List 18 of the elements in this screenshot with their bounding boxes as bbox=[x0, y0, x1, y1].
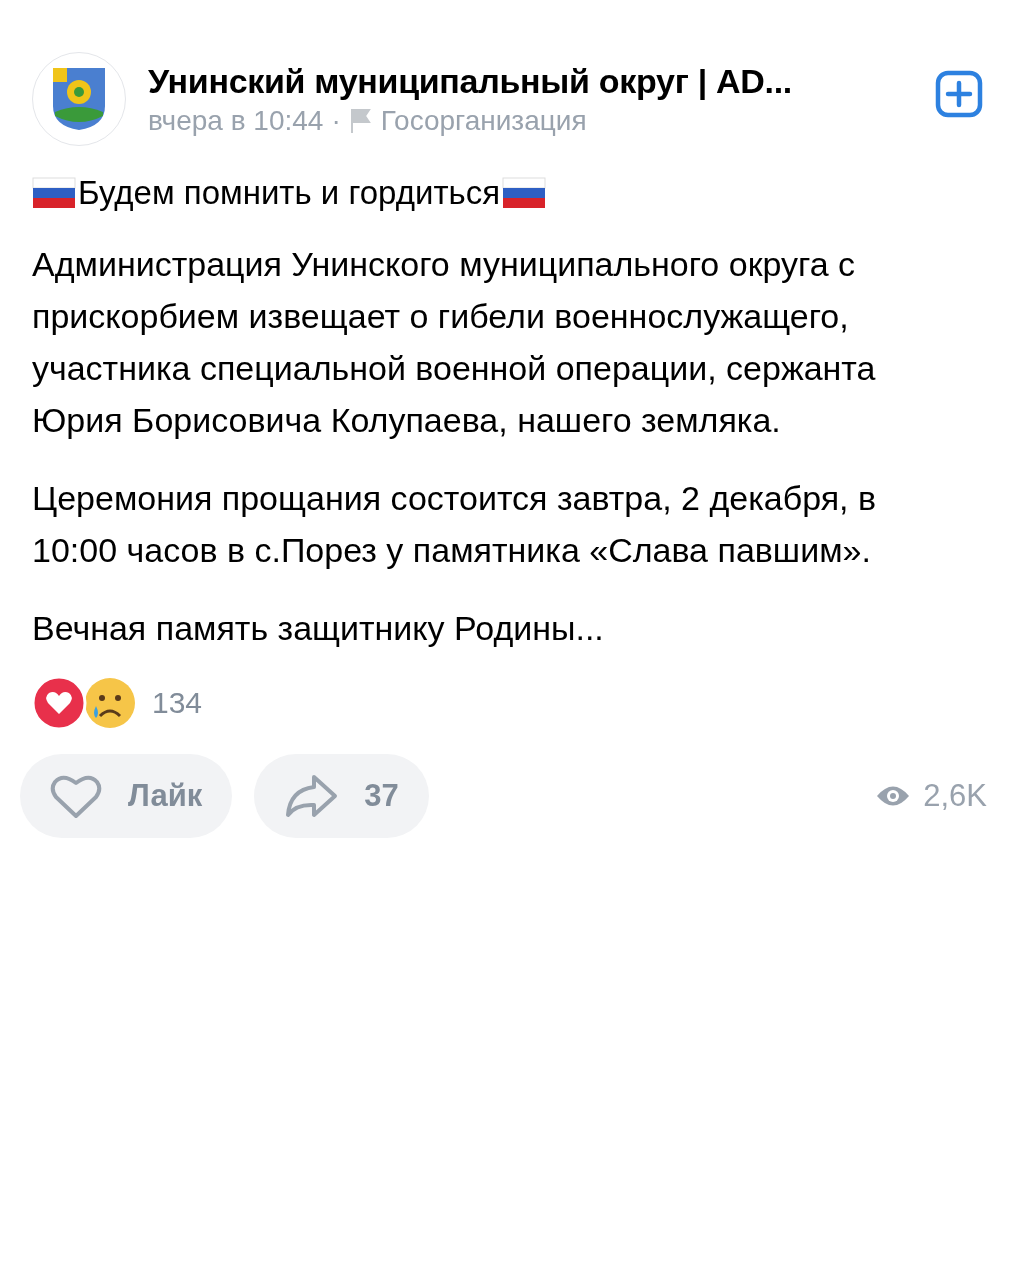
post-paragraph: Администрация Унинского муниципального округа с прискорбием извещает о гибели военнослужащего, участника специальной военной операции, сержанта Юрия Борисовича Колупаева, нашего земляка. bbox=[32, 244, 877, 441]
author-name[interactable]: Унинский муниципальный округ | AD... bbox=[148, 61, 913, 101]
russian-flag-icon bbox=[32, 177, 76, 209]
post-headline: Будем помнить и гордиться bbox=[78, 174, 501, 212]
like-button[interactable]: Лайк bbox=[20, 754, 233, 838]
heart-icon bbox=[50, 773, 102, 819]
share-arrow-icon bbox=[284, 774, 339, 818]
post-paragraph: Вечная память защитнику Родины... bbox=[32, 608, 605, 649]
coat-of-arms-icon bbox=[51, 66, 107, 132]
russian-flag-icon bbox=[502, 177, 547, 209]
post-paragraph: Церемония прощания состоится завтра, 2 декабря, в 10:00 часов в с.Порез у памятника «Слава павшим». bbox=[32, 478, 878, 571]
post-time: вчера в 10:44 bbox=[148, 104, 324, 137]
separator: · bbox=[331, 104, 341, 137]
view-count: 2,6K bbox=[923, 778, 987, 814]
organization-label: Госорганизация bbox=[380, 104, 587, 137]
share-button[interactable]: 37 bbox=[254, 754, 429, 838]
flag-icon bbox=[348, 107, 373, 134]
reaction-count: 134 bbox=[152, 686, 203, 720]
